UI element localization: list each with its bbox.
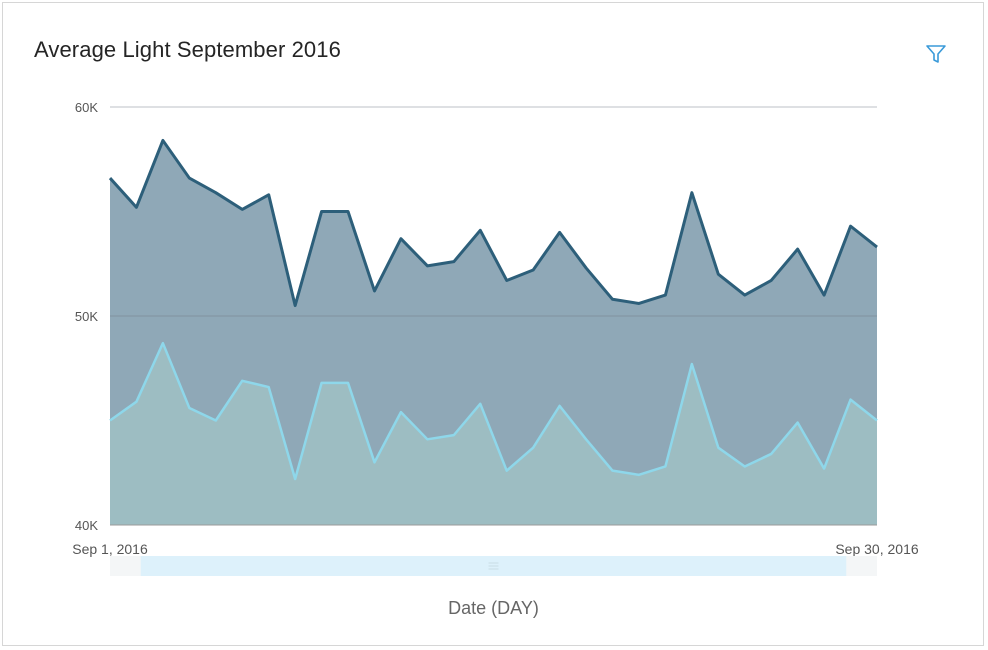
series-1-point-9 <box>319 209 325 215</box>
series-2-point-27 <box>795 420 801 426</box>
series-1-point-21 <box>636 300 642 306</box>
series-2-point-23 <box>689 361 695 367</box>
series-2-point-24 <box>715 445 721 451</box>
series-1-point-8 <box>292 303 298 309</box>
y-tick-label-0: 40K <box>75 518 98 533</box>
series-1-point-4 <box>186 175 192 181</box>
series-2-point-7 <box>266 384 272 390</box>
x-axis-label: Date (DAY) <box>448 598 539 618</box>
series-2-point-11 <box>371 459 377 465</box>
series-1-point-12 <box>398 236 404 242</box>
series-1-point-18 <box>557 229 563 235</box>
series-1-point-11 <box>371 288 377 294</box>
series-2-point-21 <box>636 472 642 478</box>
series-1-point-25 <box>742 292 748 298</box>
series-2-point-14 <box>451 432 457 438</box>
series-2-point-12 <box>398 409 404 415</box>
series-2-point-4 <box>186 405 192 411</box>
y-tick-label-2: 60K <box>75 100 98 115</box>
series-2-point-16 <box>504 468 510 474</box>
series-1-point-28 <box>821 292 827 298</box>
series-1-point-5 <box>213 190 219 196</box>
series-2-point-8 <box>292 476 298 482</box>
series-2-point-3 <box>160 340 166 346</box>
series-1-point-17 <box>530 267 536 273</box>
range-selector-right-handle[interactable] <box>846 556 877 576</box>
series-2-point-22 <box>662 463 668 469</box>
series-2-point-19 <box>583 436 589 442</box>
series-1-point-30 <box>874 244 880 250</box>
series-1-point-15 <box>477 227 483 233</box>
series-2-point-10 <box>345 380 351 386</box>
x-tick-label-start: Sep 1, 2016 <box>72 541 148 557</box>
series-1-point-7 <box>266 192 272 198</box>
series-2-point-26 <box>768 451 774 457</box>
series-1-point-29 <box>848 223 854 229</box>
series-1-point-16 <box>504 277 510 283</box>
series-1-point-20 <box>610 296 616 302</box>
series-2-point-17 <box>530 445 536 451</box>
series-2-point-6 <box>239 378 245 384</box>
series-1-point-2 <box>133 204 139 210</box>
series-1-point-1 <box>107 175 113 181</box>
series-1-point-23 <box>689 190 695 196</box>
series-2-point-9 <box>319 380 325 386</box>
range-selector-left-handle[interactable] <box>110 556 141 576</box>
series-1-point-6 <box>239 206 245 212</box>
series-1-point-19 <box>583 265 589 271</box>
series-2-point-5 <box>213 418 219 424</box>
series-2-point-25 <box>742 463 748 469</box>
series-1-point-13 <box>424 263 430 269</box>
x-tick-label-end: Sep 30, 2016 <box>835 541 919 557</box>
series-1-point-10 <box>345 209 351 215</box>
series-2-point-1 <box>107 418 113 424</box>
series-2-point-28 <box>821 466 827 472</box>
series-1-point-26 <box>768 277 774 283</box>
series-2-point-15 <box>477 401 483 407</box>
series-1-point-27 <box>795 246 801 252</box>
series-2-point-2 <box>133 399 139 405</box>
series-2-point-13 <box>424 436 430 442</box>
y-tick-label-1: 50K <box>75 309 98 324</box>
series-2-point-29 <box>848 397 854 403</box>
series-2-point-30 <box>874 418 880 424</box>
series-1-point-3 <box>160 137 166 143</box>
series-2-point-20 <box>610 468 616 474</box>
series-1-point-14 <box>451 259 457 265</box>
series-1-point-24 <box>715 271 721 277</box>
series-1-point-22 <box>662 292 668 298</box>
chart-svg: 40K 50K 60K Sep 1, 2016 Sep 30, 2016 Date (DA… <box>72 100 919 618</box>
series-2-point-18 <box>557 403 563 409</box>
